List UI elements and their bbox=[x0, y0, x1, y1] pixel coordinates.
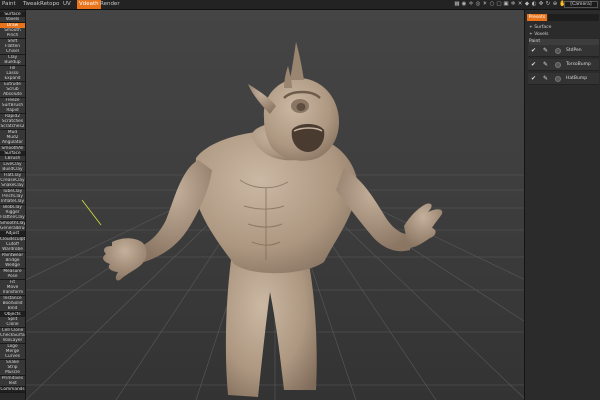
layer-name: StdPen bbox=[566, 48, 582, 53]
zoom-icon[interactable]: ⊕ bbox=[552, 1, 558, 8]
camera-icon[interactable]: ◉ bbox=[461, 1, 467, 8]
menu-bar: Paint Tweak Retopo UV Vdeath Render ▦ ◉ … bbox=[0, 0, 600, 10]
tab-presets[interactable]: Presets bbox=[527, 14, 547, 21]
brush-icon[interactable]: ✎ bbox=[543, 76, 549, 82]
box-icon[interactable]: ▣ bbox=[503, 1, 509, 8]
layer-name: HatBump bbox=[566, 76, 588, 81]
axis-icon[interactable]: ✛ bbox=[468, 1, 474, 8]
menu-render[interactable]: Render bbox=[98, 0, 122, 9]
rotate-icon[interactable]: ↻ bbox=[545, 1, 551, 8]
layer-row[interactable]: ✔ ✎ HatBump bbox=[528, 73, 599, 85]
material-dot-icon[interactable] bbox=[555, 48, 561, 54]
sculpt-model[interactable] bbox=[103, 42, 443, 397]
eye-icon[interactable]: ◎ bbox=[475, 1, 481, 8]
y-axis-line bbox=[81, 199, 102, 226]
presets-panel: Presets + Surface + Voxels Paint ✔ ✎ Std… bbox=[524, 10, 600, 400]
tree-item-surface[interactable]: + Surface bbox=[529, 25, 599, 31]
brush-icon[interactable]: ✎ bbox=[543, 62, 549, 68]
presets-tab-bar bbox=[548, 14, 599, 21]
checkmark-icon[interactable]: ✔ bbox=[531, 76, 537, 82]
material-dot-icon[interactable] bbox=[555, 76, 561, 82]
checkmark-icon[interactable]: ✔ bbox=[531, 48, 537, 54]
3d-viewport[interactable] bbox=[26, 10, 524, 400]
menu-uv[interactable]: UV bbox=[61, 0, 73, 9]
viewport-canvas bbox=[26, 42, 524, 400]
tree-item-voxels[interactable]: + Voxels bbox=[529, 32, 599, 38]
light-icon[interactable]: ☀ bbox=[482, 1, 488, 8]
checkmark-icon[interactable]: ✔ bbox=[531, 62, 537, 68]
material-dot-icon[interactable] bbox=[555, 62, 561, 68]
mirror-icon[interactable]: ◐ bbox=[531, 1, 537, 8]
move-icon[interactable]: ✥ bbox=[538, 1, 544, 8]
brush-icon[interactable]: ✎ bbox=[543, 48, 549, 54]
frame-icon[interactable]: ▢ bbox=[496, 1, 502, 8]
tools-panel: Surface Voxels Draw Smooth Pinch Shift Flatten… bbox=[0, 10, 26, 400]
circle-icon[interactable]: ○ bbox=[489, 1, 495, 8]
gear-icon[interactable]: ✲ bbox=[510, 1, 516, 8]
snap-icon[interactable]: ◆ bbox=[524, 1, 530, 8]
close-icon[interactable]: ✕ bbox=[517, 1, 523, 8]
camera-select[interactable]: [Camera] bbox=[564, 1, 598, 8]
layer-name: TorsoBump bbox=[566, 62, 591, 67]
tool-commands[interactable]: Commands bbox=[0, 386, 25, 393]
menu-paint[interactable]: Paint bbox=[0, 0, 18, 9]
layer-row[interactable]: ✔ ✎ TorsoBump bbox=[528, 59, 599, 71]
layer-row[interactable]: ✔ ✎ StdPen bbox=[528, 45, 599, 57]
menu-retopo[interactable]: Retopo bbox=[38, 0, 61, 9]
grid-icon[interactable]: ▦ bbox=[454, 1, 460, 8]
